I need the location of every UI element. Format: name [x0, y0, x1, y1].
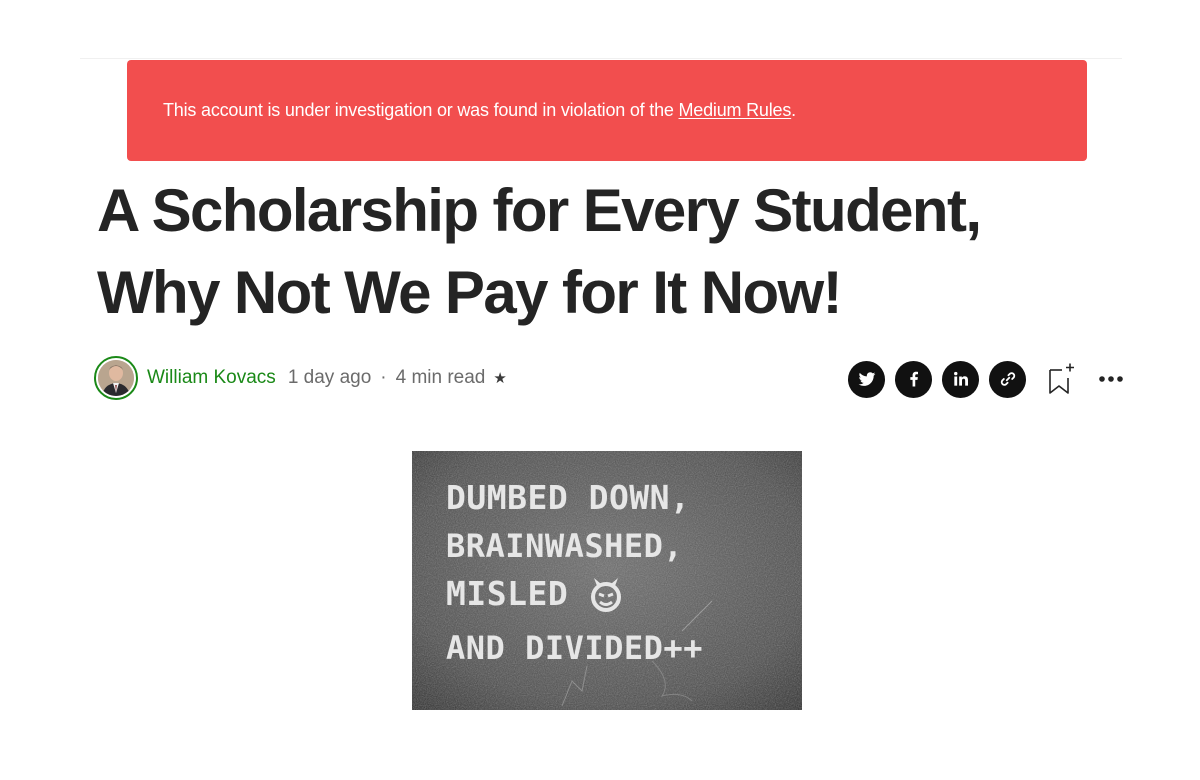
copy-link-button[interactable] [989, 360, 1026, 398]
title-line-2: Why Not We Pay for It Now! [97, 259, 843, 326]
author-name[interactable]: William Kovacs [147, 367, 276, 389]
published-date: 1 day ago [287, 367, 372, 388]
article-page: This account is under investigation or w… [0, 0, 1200, 780]
share-actions [848, 360, 1124, 398]
member-star-icon: ★ [493, 370, 507, 387]
article-title: A Scholarship for Every Student, Why Not… [97, 170, 1157, 334]
hero-text-line-1: DUMBED DOWN, [446, 478, 690, 517]
title-line-1: A Scholarship for Every Student, [97, 177, 982, 244]
hero-text-line-3: MISLED [446, 574, 568, 613]
header-divider [80, 58, 1122, 59]
banner-message: This account is under investigation or w… [163, 100, 679, 120]
facebook-icon [909, 371, 918, 387]
bookmark-add-icon[interactable] [1048, 362, 1076, 396]
avatar-image [98, 360, 134, 396]
meta-separator: · [380, 367, 387, 388]
linkedin-icon [953, 371, 968, 386]
byline: William Kovacs 1 day ago · 4 min read ★ [94, 353, 507, 403]
more-icon[interactable] [1098, 374, 1124, 384]
hero-text-line-2: BRAINWASHED, [446, 527, 683, 565]
linkedin-share-button[interactable] [942, 360, 979, 398]
medium-rules-link[interactable]: Medium Rules [679, 100, 792, 121]
read-time: 4 min read [395, 367, 486, 388]
hero-text-line-4: AND DIVIDED++ [446, 629, 703, 667]
twitter-icon [858, 372, 875, 386]
twitter-share-button[interactable] [848, 360, 885, 398]
violation-banner: This account is under investigation or w… [127, 60, 1087, 161]
link-icon [1000, 372, 1015, 386]
banner-suffix: . [791, 100, 796, 120]
hero-image: DUMBED DOWN, BRAINWASHED, MISLED AND DIV… [412, 451, 802, 710]
avatar[interactable] [94, 356, 138, 400]
facebook-share-button[interactable] [895, 360, 932, 398]
